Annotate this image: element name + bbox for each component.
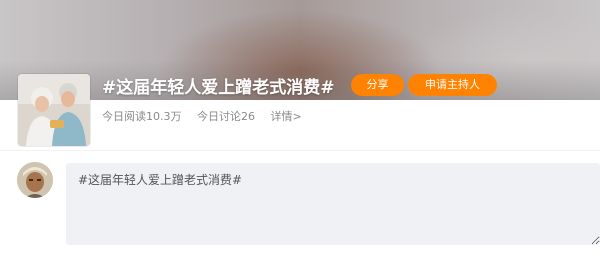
- topic-avatar: [18, 74, 90, 146]
- topic-stats: 今日阅读10.3万 今日讨论26 详情>: [102, 108, 314, 124]
- details-link[interactable]: 详情>: [271, 110, 302, 123]
- user-avatar-photo-icon: [17, 162, 53, 198]
- user-avatar[interactable]: [17, 162, 53, 198]
- topic-title: #这届年轻人爱上蹭老式消费#: [102, 78, 335, 98]
- today-reads: 今日阅读10.3万: [102, 110, 182, 123]
- section-divider: [0, 150, 600, 151]
- share-button[interactable]: 分享: [351, 74, 404, 96]
- post-composer-input[interactable]: #这届年轻人爱上蹭老式消费#: [66, 163, 600, 245]
- elderly-couple-photo-icon: [18, 74, 90, 146]
- apply-host-button[interactable]: 申请主持人: [408, 74, 497, 96]
- today-discussions: 今日讨论26: [197, 110, 255, 123]
